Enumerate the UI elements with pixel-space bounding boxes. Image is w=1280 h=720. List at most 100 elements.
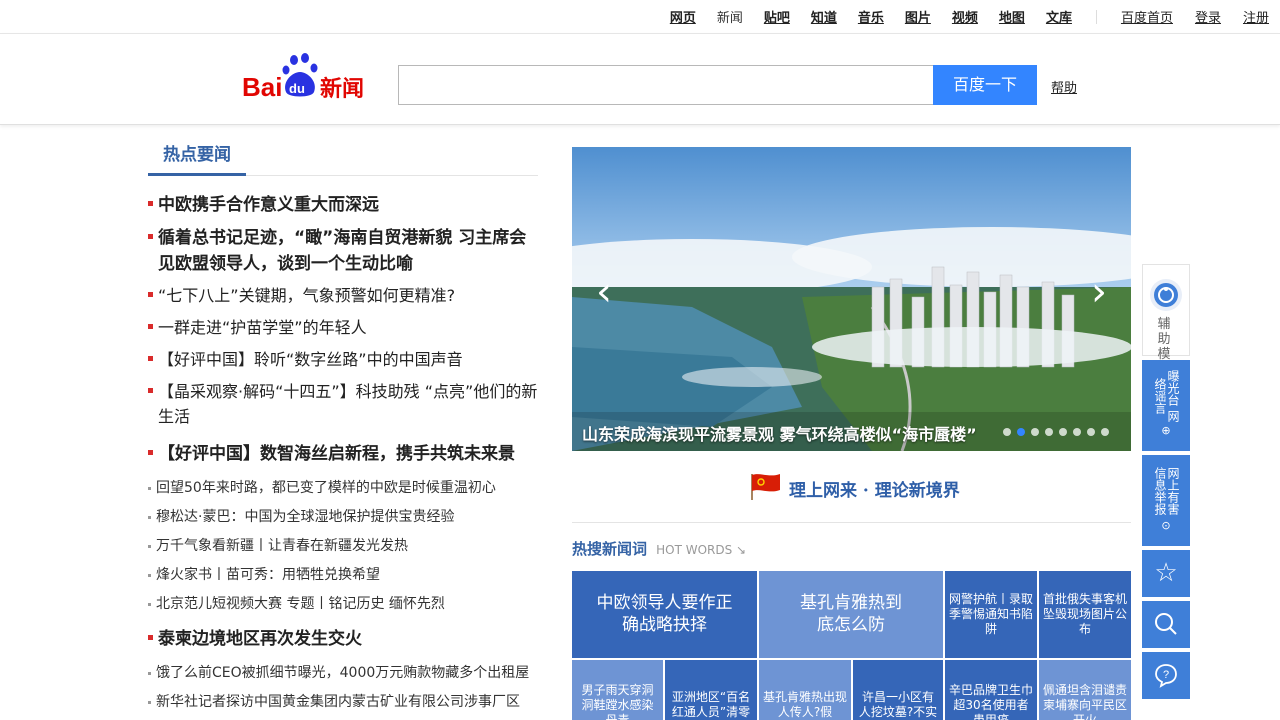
nav-link-wenku[interactable]: 文库 <box>1046 7 1072 26</box>
hotword-tile[interactable]: 首批俄失事客机坠毁现场图片公布 <box>1039 571 1131 658</box>
news-item[interactable]: 循着总书记足迹，“瞰”海南自贸港新貌 习主席会见欧盟领导人，谈到一个生动比喻 <box>148 225 540 277</box>
carousel-dot[interactable] <box>1087 428 1095 436</box>
carousel-dots <box>1003 428 1109 436</box>
banner-text: 理上网来 · 理论新境界 <box>789 481 960 501</box>
news-item[interactable]: 穆松达·蒙巴：中国为全球湿地保护提供宝贵经验 <box>148 507 540 527</box>
news-item[interactable]: 回望50年来时路，都已变了模样的中欧是时候重温初心 <box>148 478 540 498</box>
party-flag-icon <box>751 474 780 500</box>
bullet <box>148 635 153 640</box>
hotword-tile[interactable]: 网警护航丨录取季警惕通知书陷阱 <box>945 571 1037 658</box>
carousel-dot[interactable] <box>1045 428 1053 436</box>
nav-link-music[interactable]: 音乐 <box>858 7 884 26</box>
carousel-dot-active[interactable] <box>1017 428 1025 436</box>
svg-text:du: du <box>289 81 305 96</box>
news-link[interactable]: 【好评中国】数智海丝启新程，携手共筑未来景 <box>158 441 540 467</box>
news-link[interactable]: 新华社记者探访中国黄金集团内蒙古矿业有限公司涉事厂区 <box>156 692 540 712</box>
news-link[interactable]: 烽火家书丨苗可秀：用牺牲兑换希望 <box>156 565 540 585</box>
nav-link-news[interactable]: 新闻 <box>717 7 743 26</box>
nav-link-web[interactable]: 网页 <box>670 7 696 26</box>
carousel-dot[interactable] <box>1073 428 1081 436</box>
news-item[interactable]: 新华社记者探访中国黄金集团内蒙古矿业有限公司涉事厂区 <box>148 692 540 712</box>
hotword-tile[interactable]: 基孔肯雅热出现人传人?假 <box>759 660 851 720</box>
news-link[interactable]: 泰柬边境地区再次发生交火 <box>158 626 540 652</box>
news-item[interactable]: “七下八上”关键期，气象预警如何更精准? <box>148 283 540 308</box>
carousel-dot[interactable] <box>1101 428 1109 436</box>
bullet <box>148 603 151 606</box>
news-link[interactable]: 【晶采观察·解码“十四五”】科技助残 “点亮”他们的新生活 <box>158 379 540 429</box>
bullet <box>148 356 153 361</box>
baidu-home-link[interactable]: 百度首页 <box>1121 7 1173 26</box>
news-link[interactable]: 饿了么前CEO被抓细节曝光，4000万元贿款物藏多个出租屋 <box>156 663 540 683</box>
news-item[interactable]: 北京范儿短视频大赛 专题丨铭记历史 缅怀先烈 <box>148 594 540 614</box>
news-item[interactable]: 一群走进“护苗学堂”的年轻人 <box>148 315 540 340</box>
theory-banner[interactable]: 理上网来 · 理论新境界 <box>572 466 1131 508</box>
help-link[interactable]: 帮助 <box>1051 77 1077 96</box>
bullet <box>148 574 151 577</box>
news-item[interactable]: 万千气象看新疆丨让青春在新疆发光发热 <box>148 536 540 556</box>
nav-link-map[interactable]: 地图 <box>999 7 1025 26</box>
login-link[interactable]: 登录 <box>1195 7 1221 26</box>
news-link[interactable]: “七下八上”关键期，气象预警如何更精准? <box>158 283 540 308</box>
hotwords-header: 热搜新闻词 HOT WORDS ↘ <box>572 538 746 559</box>
news-item[interactable]: 【好评中国】聆听“数字丝路”中的中国声音 <box>148 347 540 372</box>
section-divider <box>572 522 1131 523</box>
nav-link-images[interactable]: 图片 <box>905 7 931 26</box>
rumor-exposure-button[interactable]: 曝光台 网络谣言 ⊕ <box>1142 360 1190 451</box>
hotword-tile[interactable]: 基孔肯雅热到底怎么防 <box>759 571 943 658</box>
carousel-image <box>572 147 1131 451</box>
top-nav: 网页 新闻 贴吧 知道 音乐 图片 视频 地图 文库 百度首页 登录 注册 <box>0 0 1280 33</box>
carousel-dot[interactable] <box>1059 428 1067 436</box>
news-item[interactable]: 泰柬边境地区再次发生交火 <box>148 626 540 652</box>
carousel-dot[interactable] <box>1003 428 1011 436</box>
carousel-caption[interactable]: 山东荣成海滨现平流雾景观 雾气环绕高楼似“海市蜃楼” <box>582 421 977 445</box>
bullet <box>148 292 153 297</box>
feedback-button[interactable]: ? <box>1142 652 1190 699</box>
harmful-info-report-button[interactable]: 网上有害信息举报 ⊙ <box>1142 455 1190 546</box>
svg-text:Bai: Bai <box>242 72 282 100</box>
chevron-down-icon: ⊙ <box>1161 519 1171 532</box>
news-link[interactable]: 北京范儿短视频大赛 专题丨铭记历史 缅怀先烈 <box>156 594 540 614</box>
report-label: 网上有害信息举报 <box>1153 467 1180 515</box>
nav-link-video[interactable]: 视频 <box>952 7 978 26</box>
help-bubble-icon: ? <box>1155 664 1177 688</box>
news-link[interactable]: 穆松达·蒙巴：中国为全球湿地保护提供宝贵经验 <box>156 507 540 527</box>
news-item[interactable]: 中欧携手合作意义重大而深远 <box>148 192 540 218</box>
star-icon: ☆ <box>1154 558 1178 588</box>
hotword-tile[interactable]: 许昌一小区有人挖坟墓?不实 <box>853 660 943 720</box>
news-link[interactable]: 【好评中国】聆听“数字丝路”中的中国声音 <box>158 347 540 372</box>
tab-hot-news[interactable]: 热点要闻 <box>148 140 246 176</box>
favorite-button[interactable]: ☆ <box>1142 550 1190 597</box>
hotword-tile[interactable]: 佩通坦含泪谴责柬埔寨向平民区开火 <box>1039 660 1131 720</box>
search-sidebar-button[interactable] <box>1142 601 1190 648</box>
news-item[interactable]: 【好评中国】数智海丝启新程，携手共筑未来景 <box>148 441 540 467</box>
photo-carousel[interactable]: ‹ › 山东荣成海滨现平流雾景观 雾气环绕高楼似“海市蜃楼” <box>572 147 1131 451</box>
hot-news-tab-bar: 热点要闻 <box>148 140 538 176</box>
hotword-tile[interactable]: 男子雨天穿洞洞鞋蹚水感染丹毒 <box>572 660 663 720</box>
news-item[interactable]: 【晶采观察·解码“十四五”】科技助残 “点亮”他们的新生活 <box>148 379 540 429</box>
register-link[interactable]: 注册 <box>1243 7 1269 26</box>
nav-link-tieba[interactable]: 贴吧 <box>764 7 790 26</box>
nav-link-zhidao[interactable]: 知道 <box>811 7 837 26</box>
news-link[interactable]: 回望50年来时路，都已变了模样的中欧是时候重温初心 <box>156 478 540 498</box>
news-link[interactable]: 一群走进“护苗学堂”的年轻人 <box>158 315 540 340</box>
carousel-prev-arrow[interactable]: ‹ <box>596 272 612 312</box>
hotword-tile[interactable]: 辛巴品牌卫生巾超30名使用者患甲癌 <box>945 660 1037 720</box>
news-link[interactable]: 循着总书记足迹，“瞰”海南自贸港新貌 习主席会见欧盟领导人，谈到一个生动比喻 <box>158 225 540 277</box>
svg-text:?: ? <box>1163 669 1169 681</box>
accessibility-mode-button[interactable]: 辅 助 模 式 <box>1142 264 1190 377</box>
baidu-news-logo[interactable]: Bai du 新闻 <box>242 52 382 102</box>
rumor-label: 曝光台 网络谣言 <box>1153 370 1180 422</box>
hotword-tile[interactable]: 中欧领导人要作正确战略抉择 <box>572 571 757 658</box>
news-link[interactable]: 万千气象看新疆丨让青春在新疆发光发热 <box>156 536 540 556</box>
carousel-dot[interactable] <box>1031 428 1039 436</box>
search-button[interactable]: 百度一下 <box>933 65 1037 105</box>
bullet <box>148 201 153 206</box>
search-input[interactable] <box>398 65 934 105</box>
accessibility-icon <box>1150 279 1182 311</box>
news-item[interactable]: 烽火家书丨苗可秀：用牺牲兑换希望 <box>148 565 540 585</box>
hotword-tile[interactable]: 亚洲地区“百名红通人员”清零 <box>665 660 757 720</box>
carousel-next-arrow[interactable]: › <box>1091 272 1107 312</box>
news-item[interactable]: 饿了么前CEO被抓细节曝光，4000万元贿款物藏多个出租屋 <box>148 663 540 683</box>
hotwords-title: 热搜新闻词 <box>572 540 648 558</box>
news-link[interactable]: 中欧携手合作意义重大而深远 <box>158 192 540 218</box>
